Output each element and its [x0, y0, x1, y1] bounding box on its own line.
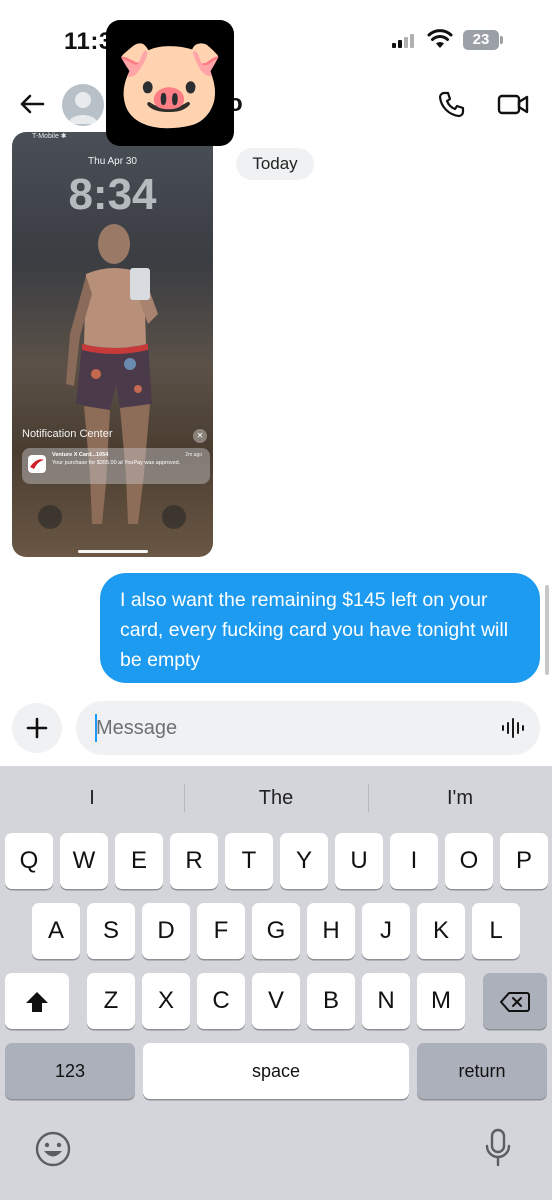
key-c[interactable]: C [197, 973, 245, 1029]
microphone-icon [485, 1128, 511, 1167]
numbers-key[interactable]: 123 [5, 1043, 135, 1099]
person-photo [66, 224, 158, 524]
notification-card: Venture X Card...1054 2m ago Your purcha… [22, 448, 210, 484]
scrollbar[interactable] [545, 585, 549, 675]
key-j[interactable]: J [362, 903, 410, 959]
lockscreen-time: 8:34 [68, 170, 157, 219]
key-r[interactable]: R [170, 833, 218, 889]
delete-key[interactable] [483, 973, 547, 1029]
video-camera-icon [497, 94, 529, 115]
notification-title: Venture X Card...1054 [52, 452, 109, 458]
bank-app-icon [28, 455, 46, 473]
key-d[interactable]: D [142, 903, 190, 959]
dictation-button[interactable] [484, 1128, 512, 1173]
key-t[interactable]: T [225, 833, 273, 889]
shift-key[interactable] [5, 973, 69, 1029]
key-q[interactable]: Q [5, 833, 53, 889]
smiley-icon [35, 1131, 71, 1167]
shift-arrow-icon [26, 991, 48, 1012]
waveform-icon [502, 718, 524, 738]
key-e[interactable]: E [115, 833, 163, 889]
phone-icon [438, 91, 465, 118]
close-icon: ✕ [193, 429, 207, 443]
chat-header: o [0, 80, 552, 130]
suggestion-1[interactable]: I [0, 778, 184, 818]
key-m[interactable]: M [417, 973, 465, 1029]
key-a[interactable]: A [32, 903, 80, 959]
lockscreen-date: Thu Apr 30 [88, 156, 137, 167]
flashlight-icon [38, 505, 62, 529]
key-h[interactable]: H [307, 903, 355, 959]
wifi-icon [427, 29, 453, 48]
cellular-signal-icon [392, 32, 418, 48]
call-button[interactable] [436, 88, 468, 120]
notification-center-label: Notification Center [22, 428, 113, 440]
key-p[interactable]: P [500, 833, 548, 889]
key-g[interactable]: G [252, 903, 300, 959]
suggestion-3[interactable]: I'm [368, 778, 552, 818]
key-n[interactable]: N [362, 973, 410, 1029]
video-call-button[interactable] [496, 88, 530, 120]
suggestion-bar: I The I'm [0, 766, 552, 830]
plus-icon [26, 717, 48, 739]
key-l[interactable]: L [472, 903, 520, 959]
status-bar: 11:3 23 [0, 0, 552, 80]
key-z[interactable]: Z [87, 973, 135, 1029]
home-indicator [78, 550, 148, 553]
arrow-left-icon [20, 94, 45, 114]
return-key[interactable]: return [417, 1043, 547, 1099]
voice-message-button[interactable] [500, 716, 526, 740]
sent-message-bubble[interactable]: I also want the remaining $145 left on y… [100, 573, 540, 683]
text-caret [95, 714, 97, 742]
key-f[interactable]: F [197, 903, 245, 959]
avatar[interactable] [62, 84, 104, 126]
space-key[interactable]: space [143, 1043, 409, 1099]
key-b[interactable]: B [307, 973, 355, 1029]
pig-emoji: 🐷 [115, 31, 225, 134]
key-i[interactable]: I [390, 833, 438, 889]
notification-body: Your purchase for $355.00 at YouPay was … [52, 460, 181, 466]
censor-sticker: 🐷 [106, 20, 234, 146]
date-separator: Today [236, 148, 314, 180]
battery-indicator: 23 [463, 30, 503, 50]
default-avatar-icon [68, 92, 98, 124]
key-k[interactable]: K [417, 903, 465, 959]
image-attachment[interactable]: T-Mobile ✱ Thu Apr 30 8:34 Notification … [12, 132, 213, 557]
add-attachment-button[interactable] [12, 703, 62, 753]
key-o[interactable]: O [445, 833, 493, 889]
key-w[interactable]: W [60, 833, 108, 889]
backspace-icon [500, 991, 530, 1012]
suggestion-2[interactable]: The [184, 778, 368, 818]
lockscreen-carrier: T-Mobile ✱ [32, 133, 67, 140]
emoji-button[interactable] [34, 1130, 72, 1173]
key-v[interactable]: V [252, 973, 300, 1029]
back-button[interactable] [14, 86, 50, 122]
key-s[interactable]: S [87, 903, 135, 959]
key-x[interactable]: X [142, 973, 190, 1029]
key-y[interactable]: Y [280, 833, 328, 889]
camera-icon [162, 505, 186, 529]
message-input[interactable] [76, 701, 540, 755]
keyboard: I The I'm Q W E R T Y U I O P A S D F G … [0, 766, 552, 1200]
notification-time: 2m ago [185, 452, 202, 458]
key-u[interactable]: U [335, 833, 383, 889]
